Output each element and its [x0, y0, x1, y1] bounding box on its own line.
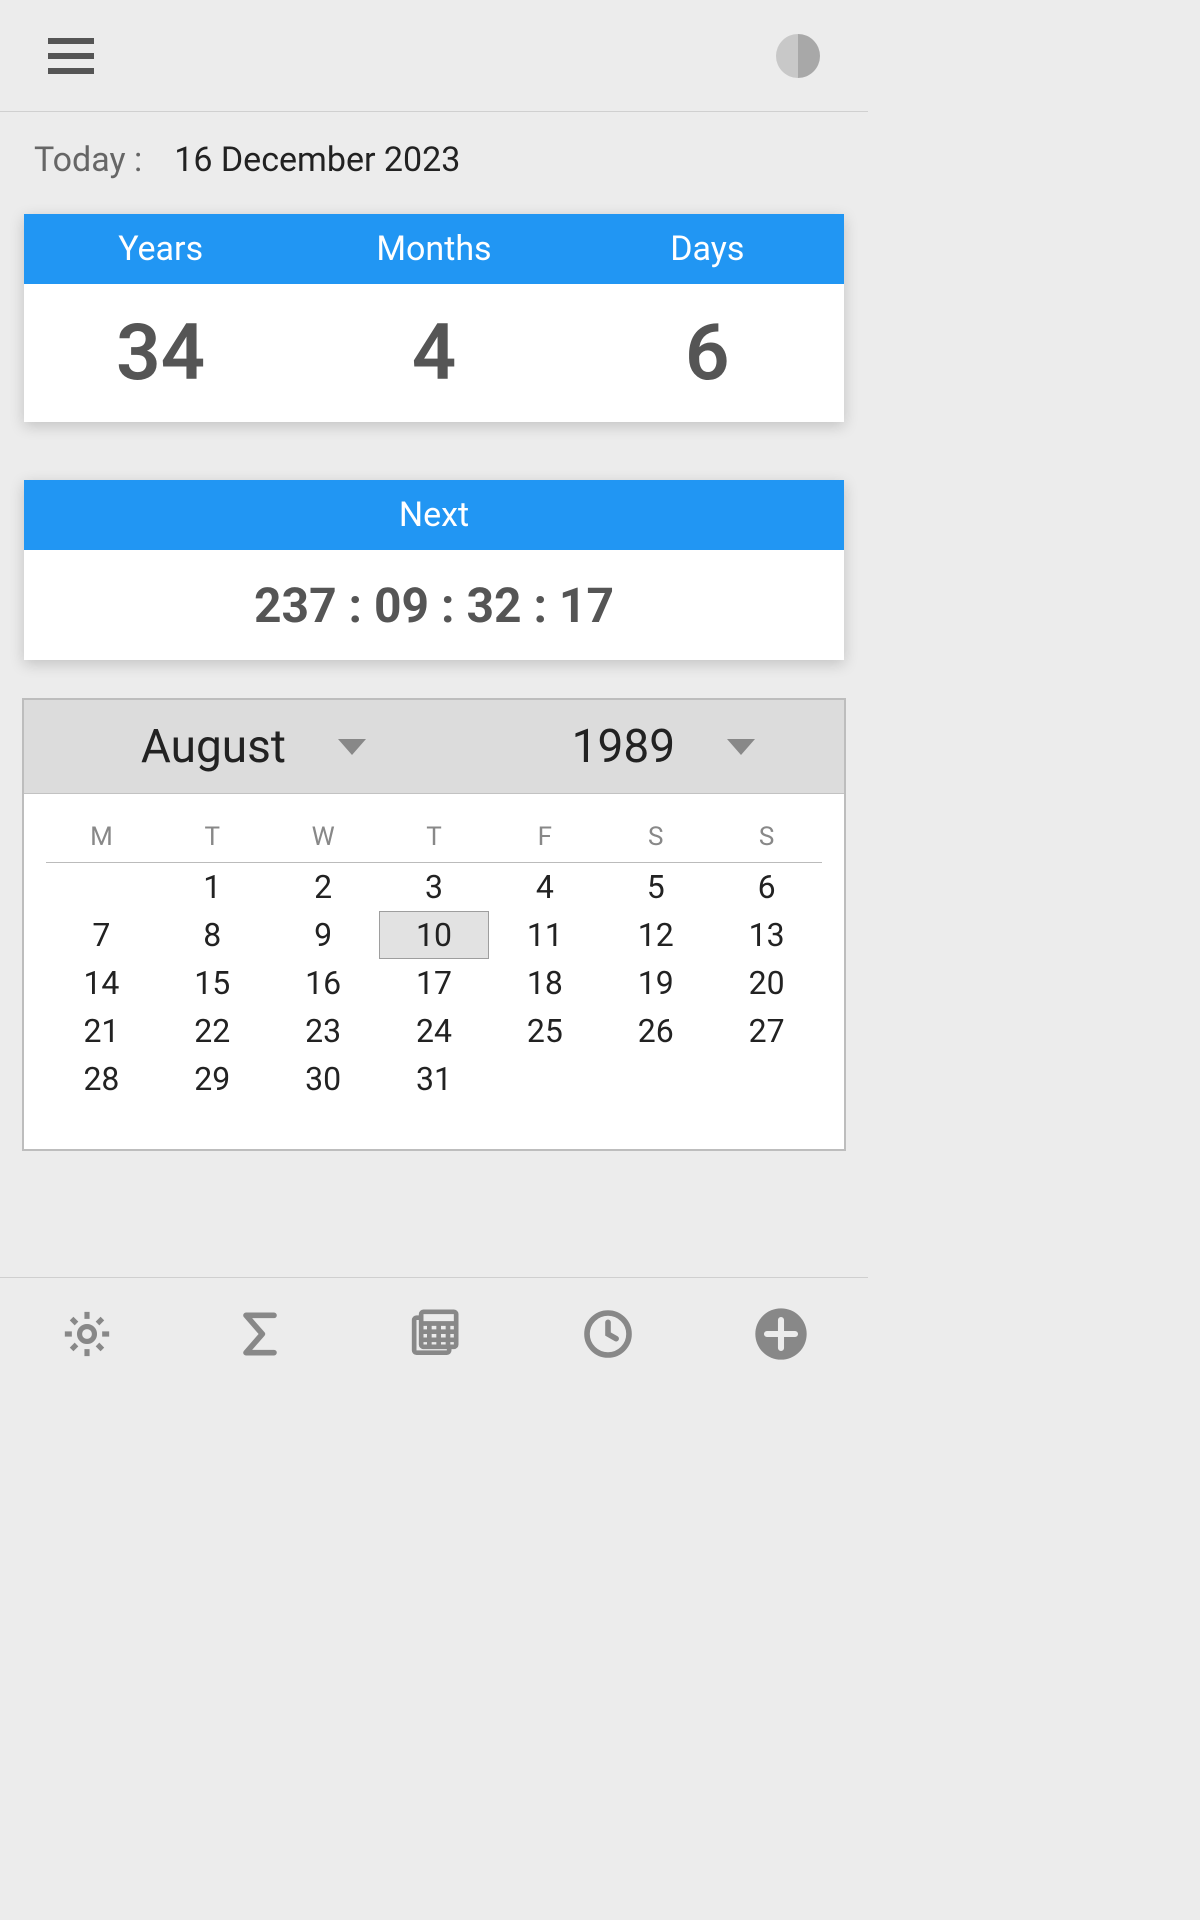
day-cell[interactable]: 13 — [711, 911, 822, 959]
weekday-row: MTWTFSS — [46, 808, 822, 863]
chevron-down-icon — [727, 739, 755, 755]
weekday-label: M — [46, 808, 157, 862]
day-cell[interactable]: 23 — [268, 1007, 379, 1055]
bottom-bar — [0, 1277, 868, 1389]
day-cell[interactable]: 15 — [157, 959, 268, 1007]
weekday-label: S — [600, 808, 711, 862]
day-cell[interactable]: 21 — [46, 1007, 157, 1055]
day-cell[interactable]: 19 — [600, 959, 711, 1007]
day-cell[interactable]: 22 — [157, 1007, 268, 1055]
today-label: Today : — [34, 140, 142, 180]
clock-icon[interactable] — [580, 1306, 636, 1362]
day-cell[interactable]: 6 — [711, 863, 822, 911]
day-cell[interactable]: 8 — [157, 911, 268, 959]
day-cell[interactable]: 1 — [157, 863, 268, 911]
age-card: Years Months Days 34 4 6 — [24, 214, 844, 422]
weekday-label: T — [379, 808, 490, 862]
month-picker[interactable]: August — [24, 700, 483, 793]
age-value-years: 34 — [24, 284, 297, 422]
day-cell[interactable]: 2 — [268, 863, 379, 911]
weekday-label: F — [489, 808, 600, 862]
day-cell[interactable]: 9 — [268, 911, 379, 959]
header-bar — [0, 0, 868, 112]
next-card-value: 237 : 09 : 32 : 17 — [24, 550, 844, 660]
month-picker-value: August — [141, 720, 286, 774]
calendar-body: MTWTFSS 12345678910111213141516171819202… — [24, 794, 844, 1149]
day-cell[interactable]: 5 — [600, 863, 711, 911]
day-cell[interactable]: 10 — [379, 911, 490, 959]
day-cell[interactable]: 27 — [711, 1007, 822, 1055]
day-cell[interactable]: 28 — [46, 1055, 157, 1103]
day-cell[interactable]: 31 — [379, 1055, 490, 1103]
day-cell[interactable]: 25 — [489, 1007, 600, 1055]
weekday-label: S — [711, 808, 822, 862]
day-cell[interactable]: 4 — [489, 863, 600, 911]
calendar-icon[interactable] — [406, 1306, 462, 1362]
today-row: Today : 16 December 2023 — [0, 112, 868, 200]
day-cell[interactable]: 24 — [379, 1007, 490, 1055]
calendar-card: August 1989 MTWTFSS 12345678910111213141… — [22, 698, 846, 1151]
age-header-days: Days — [571, 214, 844, 284]
calendar-picker-row: August 1989 — [24, 700, 844, 794]
days-grid: 1234567891011121314151617181920212223242… — [46, 863, 822, 1103]
age-value-days: 6 — [571, 284, 844, 422]
next-card-header: Next — [24, 480, 844, 550]
day-cell[interactable]: 18 — [489, 959, 600, 1007]
day-cell[interactable]: 16 — [268, 959, 379, 1007]
day-cell[interactable]: 17 — [379, 959, 490, 1007]
next-card: Next 237 : 09 : 32 : 17 — [24, 480, 844, 660]
sigma-icon[interactable] — [232, 1306, 288, 1362]
age-card-values: 34 4 6 — [24, 284, 844, 422]
day-cell[interactable]: 12 — [600, 911, 711, 959]
day-cell[interactable]: 30 — [268, 1055, 379, 1103]
age-header-months: Months — [297, 214, 570, 284]
year-picker-value: 1989 — [572, 720, 675, 774]
menu-icon[interactable] — [48, 38, 94, 74]
day-cell[interactable]: 3 — [379, 863, 490, 911]
chevron-down-icon — [338, 739, 366, 755]
weekday-label: T — [157, 808, 268, 862]
plus-icon[interactable] — [753, 1306, 809, 1362]
theme-toggle-icon[interactable] — [776, 34, 820, 78]
age-value-months: 4 — [297, 284, 570, 422]
day-cell[interactable]: 11 — [489, 911, 600, 959]
year-picker[interactable]: 1989 — [483, 700, 844, 793]
age-header-years: Years — [24, 214, 297, 284]
day-cell[interactable]: 7 — [46, 911, 157, 959]
day-cell[interactable]: 26 — [600, 1007, 711, 1055]
today-value: 16 December 2023 — [174, 140, 460, 180]
age-card-header: Years Months Days — [24, 214, 844, 284]
gear-icon[interactable] — [59, 1306, 115, 1362]
day-cell[interactable]: 14 — [46, 959, 157, 1007]
day-cell-empty — [46, 863, 157, 911]
day-cell[interactable]: 20 — [711, 959, 822, 1007]
day-cell[interactable]: 29 — [157, 1055, 268, 1103]
weekday-label: W — [268, 808, 379, 862]
